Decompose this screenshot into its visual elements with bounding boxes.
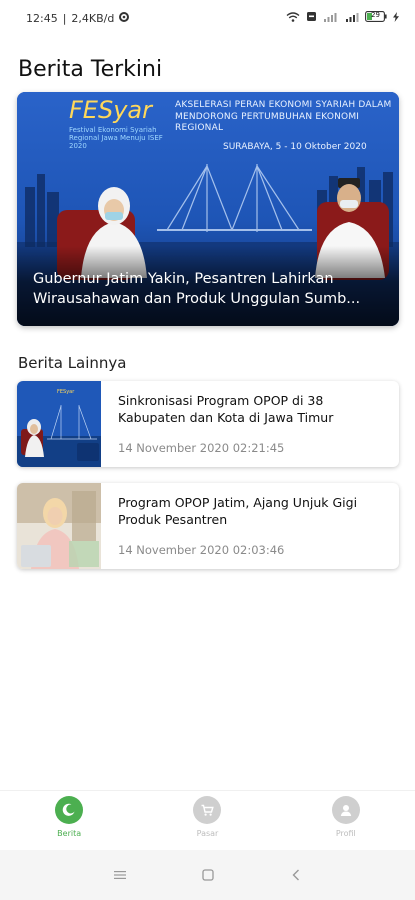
featured-location: SURABAYA, 5 - 10 Oktober 2020 <box>223 142 367 152</box>
nav-label-pasar: Pasar <box>196 829 219 838</box>
news-thumbnail <box>17 483 101 569</box>
back-icon[interactable] <box>288 867 304 883</box>
status-left: 12:45 | 2,4KB/d <box>26 11 130 25</box>
nav-item-berita[interactable]: Berita <box>24 791 114 838</box>
section-title: Berita Lainnya <box>18 354 127 372</box>
news-card[interactable]: Program OPOP Jatim, Ajang Unjuk Gigi Pro… <box>17 483 399 569</box>
page-title: Berita Terkini <box>18 57 163 82</box>
status-net-speed: 2,4KB/d <box>71 11 115 25</box>
featured-caption: Gubernur Jatim Yakin, Pesantren Lahirkan… <box>17 246 399 326</box>
news-title: Program OPOP Jatim, Ajang Unjuk Gigi Pro… <box>118 495 358 527</box>
menu-icon[interactable] <box>112 867 128 883</box>
battery-level: 29 <box>371 11 380 19</box>
featured-banner-text: AKSELERASI PERAN EKONOMI SYARIAH DALAM M… <box>175 100 392 134</box>
featured-news-title: Gubernur Jatim Yakin, Pesantren Lahirkan… <box>33 271 361 307</box>
status-separator: | <box>62 11 67 25</box>
status-bar: 12:45 | 2,4KB/d 29 <box>0 0 415 36</box>
bottom-navigation: Berita Pasar Profil <box>0 790 415 848</box>
charging-icon <box>393 11 399 25</box>
featured-brand: FESyar <box>69 96 152 124</box>
profile-icon <box>331 796 360 824</box>
home-icon[interactable] <box>200 867 216 883</box>
nav-item-pasar[interactable]: Pasar <box>162 791 252 838</box>
battery-icon: 29 <box>365 11 387 25</box>
featured-brand-subtitle: Festival Ekonomi Syariah Regional Jawa M… <box>69 126 163 151</box>
cart-icon <box>193 796 222 824</box>
news-date: 14 November 2020 02:21:45 <box>118 441 285 455</box>
svg-text:FESyar: FESyar <box>57 389 75 395</box>
news-thumbnail: FESyar <box>17 381 101 467</box>
system-navigation-bar <box>0 850 415 900</box>
news-icon <box>55 796 84 824</box>
nav-item-profil[interactable]: Profil <box>301 791 391 838</box>
settings-icon <box>119 11 130 25</box>
wifi-icon <box>286 11 300 25</box>
featured-news-card[interactable]: FESyar Festival Ekonomi Syariah Regional… <box>17 92 399 326</box>
signal-icon <box>323 12 339 25</box>
status-right: 29 <box>286 11 399 25</box>
app-screen: 12:45 | 2,4KB/d 29 Berita Terkini FESyar… <box>0 0 415 900</box>
nav-label-berita: Berita <box>57 829 82 838</box>
news-card[interactable]: FESyar Sinkronisasi Program OPOP di 38 K… <box>17 381 399 467</box>
signal-icon <box>345 12 359 25</box>
status-time: 12:45 <box>26 11 58 25</box>
news-date: 14 November 2020 02:03:46 <box>118 543 285 557</box>
nav-label-profil: Profil <box>335 829 356 838</box>
news-title: Sinkronisasi Program OPOP di 38 Kabupate… <box>118 393 334 425</box>
data-saver-icon <box>306 11 317 25</box>
